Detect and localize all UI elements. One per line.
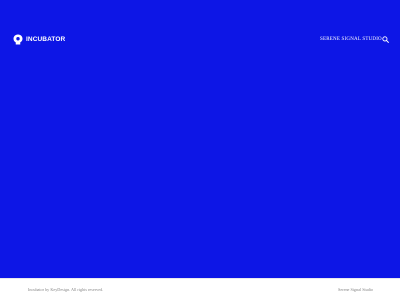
site-logo[interactable]: INCUBATOR [13, 34, 65, 45]
site-footer: Incubator by KeyDesign. All rights reser… [0, 278, 400, 300]
logo-mark-icon [13, 34, 23, 45]
site-header: INCUBATOR SERENE SIGNAL STUDIO [0, 32, 400, 48]
nav-link-serene-signal-studio[interactable]: SERENE SIGNAL STUDIO [320, 36, 382, 44]
footer-copyright: Incubator by KeyDesign. All rights reser… [28, 287, 104, 292]
footer-site-name: Serene Signal Studio [338, 287, 374, 292]
search-icon[interactable] [382, 36, 389, 43]
logo-text: INCUBATOR [26, 36, 66, 43]
